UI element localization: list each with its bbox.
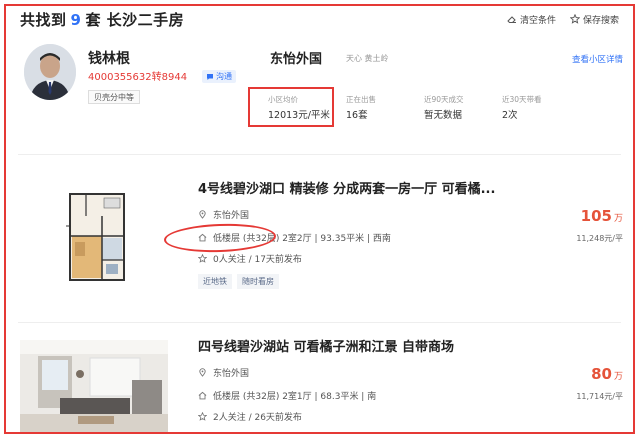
listing-community[interactable]: 东怡外国 [213, 366, 249, 379]
listing-layout-row: 低楼层 (共32层) 2室1厅 | 68.3平米 | 南 [198, 389, 376, 402]
stat-deals-90d: 近90天成交 暂无数据 [424, 94, 502, 121]
save-search-button[interactable]: 保存搜索 [569, 13, 619, 26]
price-unit: 万 [613, 214, 623, 224]
stat-label: 小区均价 [268, 95, 298, 104]
agent-avatar[interactable] [24, 44, 76, 100]
agent-community-card: 钱林根 4000355632转8944 沟通 贝壳分中等 东怡外国 天心 黄土岭… [18, 44, 623, 154]
community-stats: 小区均价 12013元/平米 正在出售 16套 近90天成交 暂无数据 近30天… [268, 94, 580, 121]
stat-avg-price: 小区均价 12013元/平米 [268, 94, 346, 121]
location-pin-icon [199, 368, 206, 377]
clear-filters-button[interactable]: 清空条件 [507, 13, 556, 26]
listing-layout: 低楼层 (共32层) 2室1厅 | 68.3平米 | 南 [213, 392, 377, 402]
agent-name[interactable]: 钱林根 [88, 48, 130, 68]
room-photo [20, 340, 168, 432]
divider [18, 154, 621, 155]
stat-on-sale: 正在出售 16套 [346, 94, 424, 121]
stat-label: 正在出售 [346, 95, 376, 104]
listing-unit-price: 11,248元/平 [576, 234, 623, 243]
clear-filters-label: 清空条件 [519, 15, 556, 26]
divider [18, 322, 621, 323]
results-header: 共找到 9 套 长沙二手房 清空条件 保存搜索 [20, 8, 619, 30]
stat-label: 近30天带看 [502, 95, 542, 104]
room-photo-thumbnail[interactable] [20, 340, 168, 432]
tag-near-subway: 近地铁 [198, 274, 232, 289]
community-location: 天心 黄土岭 [346, 54, 389, 63]
house-icon [198, 391, 207, 400]
listing-community-row: 东怡外国 [198, 366, 249, 379]
listing-price: 80 万 [591, 364, 623, 383]
price-value: 80 [591, 365, 612, 383]
listing-item[interactable]: 四号线碧沙湖站 可看橘子洲和江景 自带商场 东怡外国 低楼层 (共32层) 2室… [18, 336, 623, 432]
agent-photo [24, 44, 76, 100]
listing-followers: 0人关注 / 17天前发布 [213, 255, 302, 265]
listing-followers: 2人关注 / 26天前发布 [213, 413, 302, 423]
listing-followers-row: 2人关注 / 26天前发布 [198, 410, 302, 423]
chat-label: 沟通 [216, 72, 232, 81]
floorplan-image [20, 186, 168, 291]
chat-bubble-icon [207, 73, 213, 80]
stat-value: 2次 [502, 110, 518, 121]
star-outline-icon [569, 14, 580, 24]
listing-price: 105 万 [581, 206, 623, 225]
star-outline-icon [198, 254, 207, 263]
results-suffix: 套 长沙二手房 [85, 10, 185, 29]
agent-phone: 4000355632转8944 [88, 72, 188, 83]
price-value: 105 [580, 207, 612, 225]
location-pin-icon [199, 210, 206, 219]
listing-title[interactable]: 四号线碧沙湖站 可看橘子洲和江景 自带商场 [198, 336, 454, 355]
stat-visits-30d: 近30天带看 2次 [502, 94, 580, 121]
tag-anytime-viewing: 随时看房 [237, 274, 279, 289]
star-outline-icon [198, 412, 207, 421]
results-prefix: 共找到 [20, 10, 67, 29]
listing-tags: 近地铁 随时看房 [198, 274, 279, 289]
listing-community-row: 东怡外国 [198, 208, 249, 221]
community-details-link[interactable]: 查看小区详情 [572, 53, 623, 65]
listing-title[interactable]: 4号线碧沙湖口 精装修 分成两套一房一厅 可看橘... [198, 178, 495, 197]
eraser-icon [507, 16, 516, 23]
agent-score-badge: 贝壳分中等 [88, 90, 140, 104]
price-unit: 万 [613, 372, 623, 382]
listing-item[interactable]: 4号线碧沙湖口 精装修 分成两套一房一厅 可看橘... 东怡外国 低楼层 (共3… [18, 178, 623, 318]
listing-unit-price: 11,714元/平 [576, 392, 623, 401]
save-search-label: 保存搜索 [582, 15, 619, 26]
results-title: 共找到 9 套 长沙二手房 [20, 9, 184, 30]
floorplan-thumbnail[interactable] [20, 186, 168, 291]
chat-button[interactable]: 沟通 [202, 70, 236, 83]
stat-label: 近90天成交 [424, 95, 464, 104]
community-name[interactable]: 东怡外国 [270, 48, 322, 67]
stat-value: 16套 [346, 110, 368, 121]
stat-value: 暂无数据 [424, 110, 463, 121]
listing-community[interactable]: 东怡外国 [213, 208, 249, 221]
listing-followers-row: 0人关注 / 17天前发布 [198, 252, 302, 265]
results-count: 9 [70, 10, 82, 29]
results-panel: 共找到 9 套 长沙二手房 清空条件 保存搜索 钱林根 4000355632转8… [4, 4, 635, 434]
stat-value: 12013元/平米 [268, 110, 330, 121]
